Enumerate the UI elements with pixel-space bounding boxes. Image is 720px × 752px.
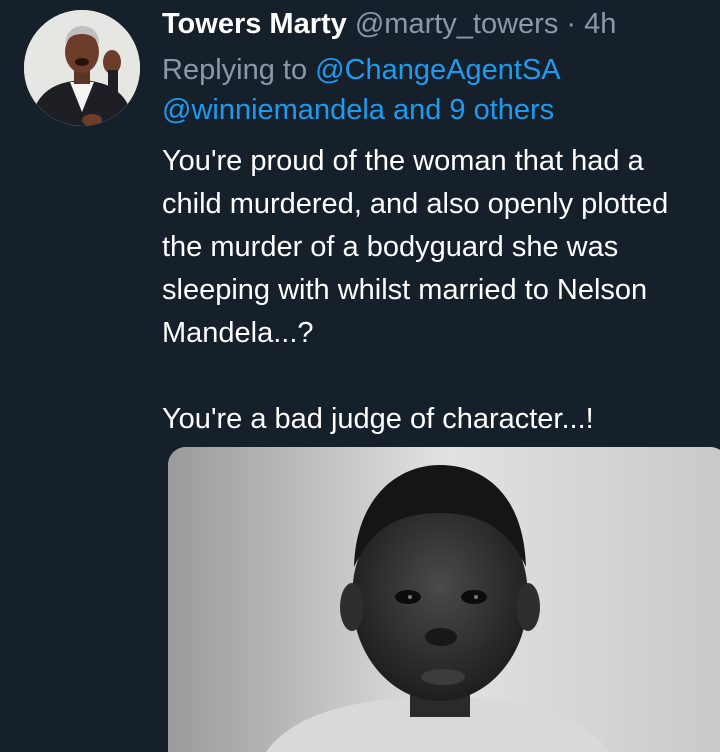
photo-image xyxy=(168,447,720,752)
replying-to: Replying to @ChangeAgentSA xyxy=(162,52,561,88)
mention-link[interactable]: @ChangeAgentSA xyxy=(315,54,561,86)
tweet-text-line: Mandela...? xyxy=(162,317,314,349)
tweet-text: You're proud of the woman that had a chi… xyxy=(162,140,720,441)
replying-prefix: Replying to xyxy=(162,54,308,86)
avatar-image xyxy=(24,10,140,126)
tweet-text-line: child murdered, and also openly plotted xyxy=(162,188,669,220)
tweet-text-closing: You're a bad judge of character...! xyxy=(162,403,594,435)
avatar[interactable] xyxy=(24,10,140,126)
tweet-media-photo[interactable] xyxy=(168,447,720,752)
tweet-text-line: sleeping with whilst married to Nelson xyxy=(162,274,648,306)
tweet-text-line: the murder of a bodyguard she was xyxy=(162,231,619,263)
timestamp[interactable]: 4h xyxy=(584,8,616,40)
tweet-header: Towers Marty @marty_towers · 4h xyxy=(162,6,616,42)
tweet-text-line: You're proud of the woman that had a xyxy=(162,145,644,177)
user-handle[interactable]: @marty_towers xyxy=(355,8,558,40)
separator-dot: · xyxy=(566,8,577,40)
display-name[interactable]: Towers Marty xyxy=(162,8,347,40)
tweet[interactable]: Towers Marty @marty_towers · 4h Replying… xyxy=(0,0,720,752)
replying-to-others[interactable]: @winniemandela and 9 others xyxy=(162,92,554,128)
